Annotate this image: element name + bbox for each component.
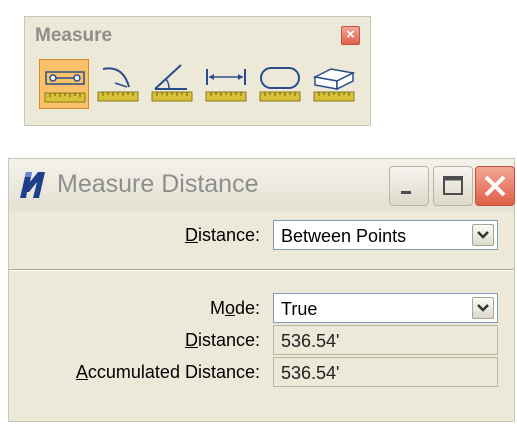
mode-select[interactable]: True [273, 293, 498, 323]
measure-area-tool-icon [259, 67, 301, 102]
microstation-logo-icon [20, 172, 45, 198]
toolbar-title: Measure [35, 25, 113, 46]
measure-angle-tool[interactable] [147, 59, 197, 109]
measure-distance-window: Measure Distance Distance: Between Point… [8, 158, 515, 422]
distance-method-label: Distance: [184, 225, 260, 245]
measure-radius-tool-icon [97, 67, 139, 102]
measure-area-tool[interactable] [255, 59, 305, 109]
measure-radius-tool[interactable] [93, 59, 143, 109]
chevron-down-icon[interactable] [472, 297, 494, 319]
distance-method-select[interactable]: Between Points [273, 220, 498, 250]
toolbar-close-button[interactable]: × [341, 26, 360, 45]
measure-distance-tool[interactable] [39, 59, 89, 109]
close-icon: × [346, 26, 355, 43]
distance-result-field: 536.54' [273, 325, 498, 355]
distance-result-value: 536.54' [281, 331, 340, 351]
mode-label: Mode: [209, 298, 260, 318]
measure-volume-tool-icon [312, 68, 356, 102]
section-divider [9, 269, 514, 271]
measure-length-tool[interactable] [201, 59, 251, 109]
window-titlebar[interactable]: Measure Distance [9, 159, 515, 211]
distance-method-value: Between Points [281, 226, 407, 246]
measure-length-tool-icon [205, 69, 247, 102]
measure-toolbar: Measure × [24, 16, 371, 126]
window-body: Distance: Between Points Mode: True Dist… [9, 211, 514, 421]
minimize-icon [401, 191, 411, 194]
measure-volume-tool[interactable] [309, 59, 359, 109]
distance-result-label: Distance: [184, 330, 260, 350]
maximize-icon [443, 176, 463, 195]
chevron-down-icon[interactable] [472, 224, 494, 246]
measure-angle-tool-icon [151, 64, 193, 102]
measure-distance-tool-icon [44, 71, 86, 103]
accumulated-distance-value: 536.54' [281, 363, 340, 383]
close-icon [484, 175, 506, 197]
mode-value: True [281, 299, 318, 319]
minimize-button[interactable] [389, 166, 429, 206]
maximize-button[interactable] [433, 166, 473, 206]
window-title: Measure Distance [57, 170, 259, 198]
accumulated-distance-field: 536.54' [273, 357, 498, 387]
accumulated-distance-label: Accumulated Distance: [75, 362, 260, 382]
close-button[interactable] [475, 166, 515, 206]
